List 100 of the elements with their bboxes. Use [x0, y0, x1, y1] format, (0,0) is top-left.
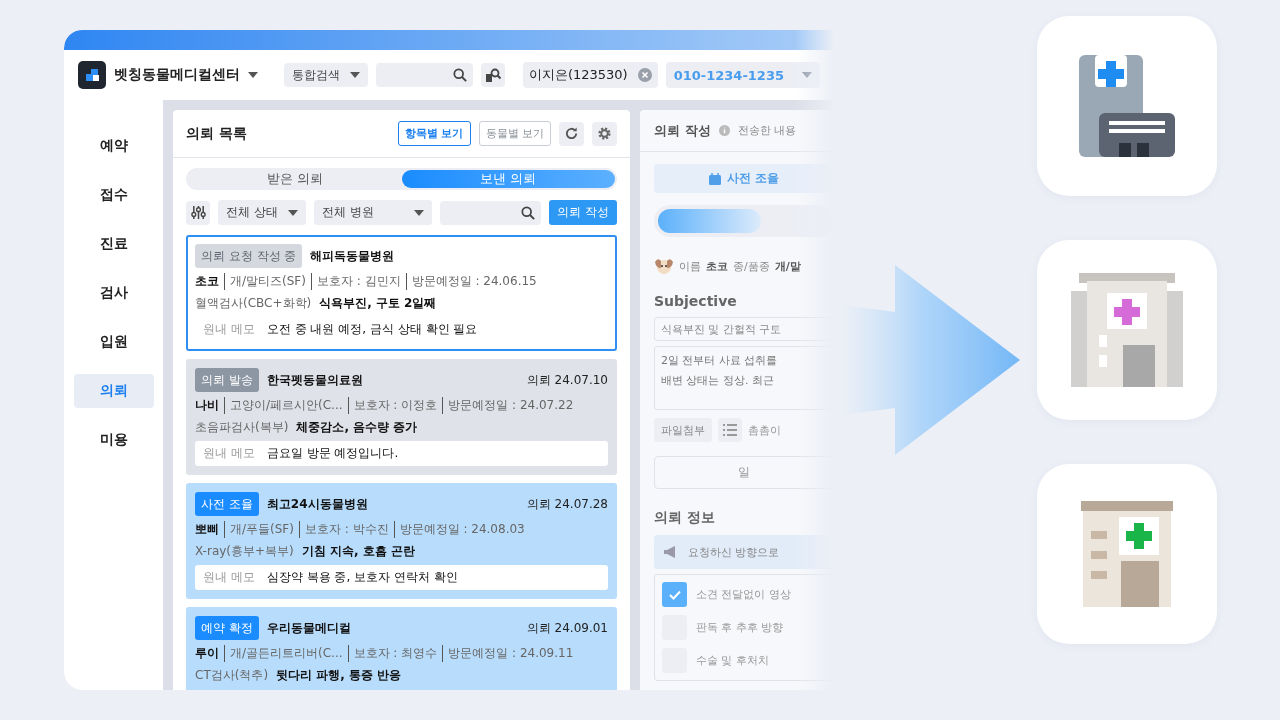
settings-icon	[597, 126, 612, 141]
field-label: 종/품종	[733, 258, 770, 274]
pet-detail: 방문예정일 : 24.09.11	[442, 645, 574, 662]
referral-card[interactable]: 의뢰 요청 작성 중 해피독동물병원 초코 개/말티즈(SF) 보호자 : 김민지 방문예정일 : 24.06.15 혈액검사(CBC+화학) 식욕부진, 구토 2일째 원내 메모 오전 중 내원 예정, 금식 상태 확인 필요	[186, 235, 617, 351]
referral-card[interactable]: 사전 조율 최고24시동물병원 의뢰 24.07.28 뽀삐 개/푸들(SF) 보호자 : 박수진 방문예정일 : 24.08.03 X-ray(흉부+복부) 기침 지속, 호흡 곤란 원내 메모 심장약 복용 중, 보호자 연락처 확인	[186, 483, 617, 599]
symptom-text: 기침 지속, 호흡 곤란	[301, 543, 415, 560]
sidebar-item[interactable]: 입원	[73, 325, 154, 359]
megaphone-icon	[664, 546, 678, 558]
referral-date: 의뢰 24.07.28	[526, 495, 608, 513]
referral-card[interactable]: 의뢰 발송 한국펫동물의료원 의뢰 24.07.10 나비 고양이/페르시안(C... 보호자 : 이정호 방문예정일 : 24.07.22 초음파검사(복부) 체중감소, 음수량 증가 원내 메모 금요일 방문 예정입니다.	[186, 359, 617, 475]
refresh-button[interactable]	[559, 121, 584, 146]
pet-detail: 보호자 : 최영수	[347, 645, 438, 662]
memo-label: 원내 메모	[203, 321, 255, 338]
person-search-icon	[484, 67, 501, 83]
memo-text: 오전 중 내원 예정, 금식 상태 확인 필요	[266, 321, 478, 338]
section-title: 의뢰 정보	[654, 509, 716, 527]
clinic-name: 벳칭동물메디컬센터	[114, 66, 240, 84]
option-label: 판독 후 추후 방향	[696, 620, 784, 635]
pet-name: 루이	[195, 645, 219, 662]
memo-label: 원내 메모	[203, 569, 255, 586]
refresh-icon	[564, 126, 579, 141]
memo-text: 금요일 방문 예정입니다.	[266, 445, 399, 462]
test-name: 혈액검사(CBC+화학)	[195, 295, 312, 312]
view-button[interactable]: 동물별 보기	[478, 121, 551, 146]
checkbox[interactable]	[662, 582, 687, 607]
memo-text: 심장약 복용 중, 보호자 연락처 확인	[266, 569, 458, 586]
symptom-text: 체중감소, 음수량 증가	[296, 419, 418, 436]
hint-text: 촘촘이	[748, 422, 781, 438]
search-icon	[521, 205, 536, 220]
option-label: 수술 및 후처치	[696, 653, 769, 668]
pet-detail: 고양이/페르시안(C...	[224, 397, 343, 414]
hospital-building-icon	[1071, 273, 1183, 387]
status-badge: 예약 확정	[195, 616, 259, 640]
status-badge: 의뢰 요청 작성 중	[195, 244, 303, 268]
panel-title: 의뢰 목록	[186, 124, 248, 143]
pet-detail: 보호자 : 박수진	[298, 521, 389, 538]
search-field[interactable]	[376, 63, 473, 87]
pet-detail: 개/푸들(SF)	[224, 521, 294, 538]
caret-icon	[288, 208, 299, 217]
pet-name: 초코	[195, 273, 219, 290]
status-badge: 의뢰 발송	[195, 368, 259, 392]
referral-card[interactable]: 예약 확정 우리동물메디컬 의뢰 24.09.01 루이 개/골든리트리버(C... 보호자 : 최영수 방문예정일 : 24.09.11 CT검사(척추) 뒷다리 파행, 통증 반응	[186, 607, 617, 690]
pet-detail: 방문예정일 : 24.06.15	[405, 273, 537, 290]
tab[interactable]: 받은 의뢰	[188, 170, 402, 188]
symptom-text: 식욕부진, 구토 2일째	[319, 295, 437, 312]
test-name: 초음파검사(복부)	[195, 419, 289, 436]
search-icon	[452, 68, 467, 82]
sidebar-item[interactable]: 미용	[73, 423, 154, 457]
caret-icon	[350, 71, 360, 79]
hospital-name: 최고24시동물병원	[266, 495, 369, 513]
section-title: Subjective	[654, 293, 738, 309]
symptom-text: 뒷다리 파행, 통증 반응	[276, 667, 402, 684]
caret-icon	[802, 71, 812, 79]
status-badge: 사전 조율	[195, 492, 259, 516]
filter-dropdown[interactable]: 전체 병원	[314, 200, 432, 225]
sidebar-item[interactable]: 검사	[73, 276, 154, 310]
hospital-name: 우리동물메디컬	[266, 619, 352, 637]
referral-date: 의뢰 24.07.10	[526, 371, 608, 389]
hospital-building-icon	[1081, 501, 1173, 607]
pet-detail: 개/말티즈(SF)	[224, 273, 306, 290]
view-button[interactable]: 항목별 보기	[397, 121, 471, 146]
list-button[interactable]	[718, 418, 742, 442]
option-label: 소견 전달없이 영상	[696, 587, 791, 602]
caret-icon	[413, 208, 424, 217]
calendar-icon	[708, 172, 721, 185]
search-scope-dropdown[interactable]: 통합검색	[284, 63, 368, 87]
settings-button[interactable]	[592, 121, 617, 146]
hospital-name: 해피독동물병원	[310, 247, 396, 265]
filter-button[interactable]	[186, 200, 210, 225]
pet-detail: 보호자 : 김민지	[310, 273, 401, 290]
pet-detail: 방문예정일 : 24.08.03	[393, 521, 525, 538]
pet-detail: 보호자 : 이정호	[347, 397, 438, 414]
patient-search-button[interactable]	[480, 63, 505, 87]
test-name: CT검사(척추)	[195, 667, 269, 684]
sidebar-item[interactable]: 진료	[73, 227, 154, 261]
info-icon	[718, 125, 730, 136]
sliders-icon	[190, 205, 206, 220]
check-icon	[668, 589, 681, 600]
patient-chip: 이지은(123530)	[522, 62, 658, 88]
list-search-field[interactable]	[439, 200, 542, 225]
hospital-building-icon	[1079, 55, 1175, 157]
field-value: 초코	[706, 258, 728, 274]
clear-icon[interactable]	[637, 68, 652, 82]
sidebar-item[interactable]: 예약	[73, 129, 154, 163]
filter-dropdown[interactable]: 전체 상태	[218, 200, 307, 225]
list-icon	[723, 424, 737, 436]
memo-label: 원내 메모	[203, 445, 255, 462]
sidebar-item[interactable]: 접수	[73, 178, 154, 212]
field-label: 이름	[679, 258, 701, 274]
pet-name: 뽀삐	[195, 521, 219, 538]
form-title: 의뢰 작성	[654, 121, 711, 140]
pet-name: 나비	[195, 397, 219, 414]
caret-icon	[248, 71, 258, 79]
pet-detail: 방문예정일 : 24.07.22	[442, 397, 574, 414]
hospital-name: 한국펫동물의료원	[266, 371, 364, 389]
test-name: X-ray(흉부+복부)	[195, 543, 294, 560]
referral-date: 의뢰 24.09.01	[526, 619, 608, 637]
logo-icon	[78, 61, 106, 89]
pet-detail: 개/골든리트리버(C...	[224, 645, 343, 662]
notice-text: 전송한 내용	[737, 123, 797, 138]
